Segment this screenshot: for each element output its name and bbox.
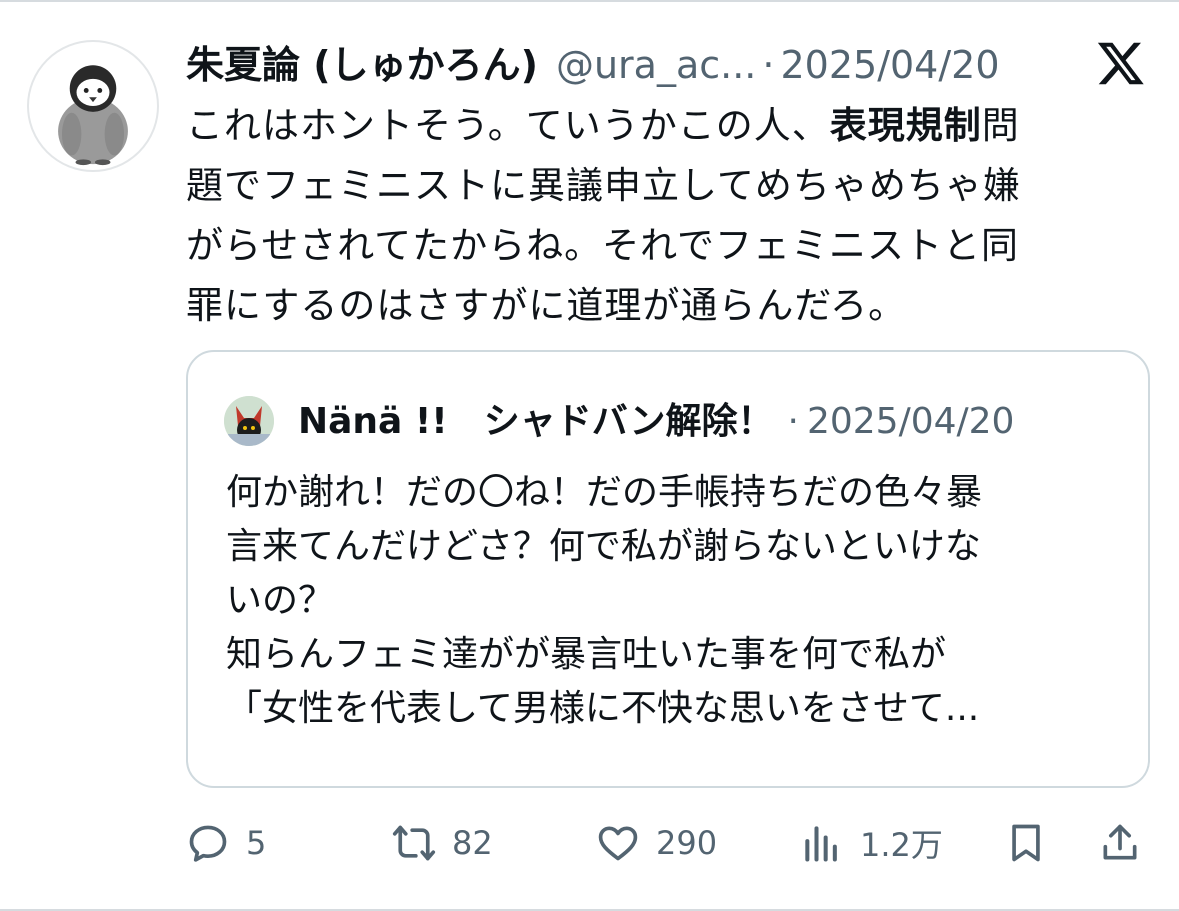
post-text-line: 罪にするのはさすがに道理が通らんだろ。	[186, 284, 907, 327]
bookmark-icon	[1012, 824, 1040, 862]
post-date[interactable]: 2025/04/20	[780, 43, 999, 87]
x-logo-icon	[1096, 38, 1146, 88]
action-bar: 5 82 290 1.2万	[186, 815, 1146, 871]
quoted-author-display-name[interactable]: Nänä !! シャドバン解除！	[298, 392, 774, 444]
like-count: 290	[656, 824, 718, 862]
quoted-header-separator: ·	[787, 401, 799, 442]
views-icon	[805, 826, 837, 862]
share-button[interactable]	[1098, 815, 1142, 871]
share-icon	[1103, 824, 1137, 860]
header-separator: ·	[762, 43, 775, 87]
quoted-post-header: Nänä !! シャドバン解除！ · 2025/04/20	[298, 392, 1014, 444]
author-handle[interactable]: @ura_ac...	[556, 43, 756, 87]
views-count: 1.2万	[860, 826, 943, 864]
reply-count: 5	[246, 824, 267, 862]
post-text: これはホントそう。ていうかこの人、表現規制問 題でフェミニストに異議申立してめち…	[186, 96, 1126, 336]
repost-count: 82	[452, 824, 493, 862]
views-button[interactable]: 1.2万	[800, 815, 943, 871]
author-avatar[interactable]	[27, 40, 159, 172]
quoted-text-line: 「女性を代表して男様に不快な思いをさせて...	[226, 688, 980, 729]
quoted-avatar-image	[224, 396, 274, 446]
quoted-author-avatar[interactable]	[224, 396, 274, 446]
top-divider	[0, 0, 1179, 2]
quoted-post-date[interactable]: 2025/04/20	[807, 401, 1015, 442]
repost-button[interactable]: 82	[392, 815, 493, 871]
like-icon	[598, 826, 638, 861]
post-text-segment: これはホントそう。ていうかこの人、	[186, 104, 830, 147]
post-text-bold-segment: 表現規制	[829, 104, 982, 147]
quoted-text-line: 知らんフェミ達がが暴言吐いた事を何で私が	[226, 634, 947, 675]
author-display-name[interactable]: 朱夏論 (しゅかろん)	[186, 34, 538, 89]
reply-icon	[189, 825, 227, 862]
like-button[interactable]: 290	[596, 815, 717, 871]
post-text-line: 題でフェミニストに異議申立してめちゃめちゃ嫌	[186, 164, 1021, 207]
quoted-text-line: いの？	[226, 580, 335, 621]
post-text-segment: 問	[981, 104, 1020, 147]
post-text-line: がらせされてたからね。それでフェミニストと同	[186, 224, 1020, 267]
quoted-text-line: 言来てんだけどさ？何で私が謝らないといけな	[226, 526, 981, 567]
post-text-line: これはホントそう。ていうかこの人、表現規制問	[186, 96, 1126, 156]
quoted-post-text: 何か謝れ！だの〇ね！だの手帳持ちだの色々暴 言来てんだけどさ？何で私が謝らないと…	[226, 466, 1126, 736]
quoted-post[interactable]: Nänä !! シャドバン解除！ · 2025/04/20 何か謝れ！だの〇ね！…	[186, 350, 1150, 788]
bookmark-button[interactable]	[1004, 815, 1048, 871]
post-header: 朱夏論 (しゅかろん) @ura_ac... · 2025/04/20	[186, 34, 1076, 94]
penguin-avatar-image	[58, 65, 128, 166]
quoted-text-line: 何か謝れ！だの〇ね！だの手帳持ちだの色々暴	[226, 472, 983, 513]
repost-icon	[392, 825, 436, 861]
reply-button[interactable]: 5	[186, 815, 266, 871]
